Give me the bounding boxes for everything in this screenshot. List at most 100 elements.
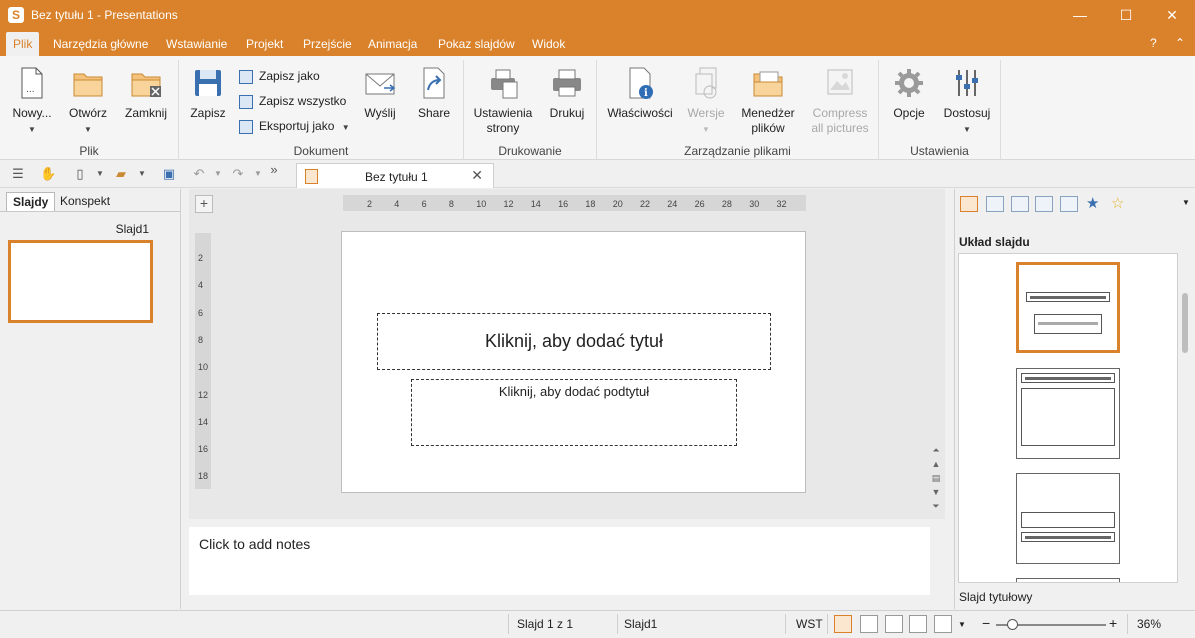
save-all-label: Zapisz wszystko [259, 94, 347, 108]
slide-sorter-icon[interactable] [860, 615, 878, 633]
hand-tool-icon[interactable]: ✋ [40, 166, 56, 182]
tab-animacja[interactable]: Animacja [361, 32, 424, 56]
compress-pictures-button[interactable]: Compress all pictures [807, 66, 873, 136]
options-button[interactable]: Opcje [887, 66, 931, 121]
chevron-down-icon[interactable]: ▼ [250, 166, 266, 182]
ruler-tick: 6 [421, 199, 427, 209]
file-manager-button[interactable]: Menedżer plików [737, 66, 799, 136]
handout-view-icon[interactable] [909, 615, 927, 633]
share-button[interactable]: Share [413, 66, 455, 121]
zoom-level[interactable]: 36% [1137, 617, 1161, 631]
close-button[interactable]: ✕ [1149, 0, 1195, 32]
layout-section-header[interactable] [1016, 473, 1120, 564]
notes-placeholder[interactable]: Click to add notes [199, 536, 310, 552]
tab-plik[interactable]: Plik [6, 32, 40, 56]
chevron-down-icon[interactable]: ▼ [1182, 198, 1190, 207]
tab-wstawianie[interactable]: Wstawianie [159, 32, 234, 56]
folder-open-icon[interactable]: ▰ [113, 166, 129, 182]
close-tab-icon[interactable]: ✕ [471, 167, 483, 184]
color-scheme-icon[interactable] [1011, 196, 1029, 212]
sidebar-toggle-icon[interactable]: ☰ [10, 166, 26, 182]
slide-canvas[interactable]: Kliknij, aby dodać tytuł Kliknij, aby do… [341, 231, 806, 493]
tab-widok[interactable]: Widok [525, 32, 572, 56]
export-icon [239, 119, 253, 134]
save-as-button[interactable]: Zapisz jako [239, 66, 320, 86]
title-placeholder[interactable]: Kliknij, aby dodać tytuł [377, 313, 771, 370]
zoom-out-button[interactable]: − [982, 615, 990, 631]
layout-title-slide[interactable] [1016, 262, 1120, 353]
zoom-in-button[interactable]: + [1109, 615, 1117, 631]
toolbar-overflow-icon[interactable]: » [266, 162, 282, 178]
new-label: Nowy... [12, 106, 52, 120]
zoom-slider[interactable] [996, 619, 1106, 630]
previous-slide-icon[interactable]: ▲ [929, 459, 943, 473]
customize-button[interactable]: Dostosuj ▼ [939, 66, 995, 137]
ruler-corner-icon[interactable]: + [195, 195, 213, 213]
subtitle-placeholder[interactable]: Kliknij, aby dodać podtytuł [411, 379, 737, 446]
folder-close-icon [130, 66, 162, 100]
undo-icon[interactable]: ↶ [191, 166, 207, 182]
ribbon-group-dokument: Zapisz Zapisz jako Zapisz wszystko Ekspo… [179, 60, 464, 160]
save-all-button[interactable]: Zapisz wszystko [239, 91, 346, 111]
horizontal-ruler[interactable]: 2 4 6 8 10 12 14 16 18 20 22 24 26 28 30 32 [343, 195, 806, 211]
tab-pokaz-slajdow[interactable]: Pokaz slajdów [431, 32, 522, 56]
vertical-ruler[interactable]: 2 4 6 8 10 12 14 16 18 [195, 233, 211, 489]
notes-splitter[interactable] [189, 519, 945, 527]
zoom-slider-knob[interactable] [1007, 619, 1018, 630]
insert-mode[interactable]: WST [796, 617, 823, 631]
chevron-down-icon[interactable]: ▼ [958, 620, 966, 629]
layout-next[interactable] [1016, 578, 1120, 582]
tab-konspekt[interactable]: Konspekt [54, 192, 116, 211]
page-setup-button[interactable]: Ustawienia strony [470, 66, 536, 136]
export-as-button[interactable]: Eksportuj jako ▼ [239, 116, 350, 136]
slide-thumbnail[interactable] [8, 240, 153, 323]
normal-view-icon[interactable] [834, 615, 852, 633]
new-document-icon[interactable]: ▯ [72, 166, 88, 182]
print-button[interactable]: Drukuj [544, 66, 590, 121]
transition-icon[interactable] [1060, 196, 1078, 212]
slideshow-view-icon[interactable] [934, 615, 952, 633]
slide-layout-icon[interactable] [960, 196, 978, 212]
document-tab[interactable]: Bez tytułu 1 ✕ [296, 163, 494, 188]
sidebar-scrollbar[interactable] [1180, 253, 1190, 583]
status-bar: Slajd 1 z 1 Slajd1 WST ▼ − + 36% [0, 610, 1195, 638]
menu-bar: Plik Narzędzia główne Wstawianie Projekt… [0, 32, 1195, 56]
ruler-tick: 14 [530, 199, 541, 209]
title-bar: S Bez tytułu 1 - Presentations — ☐ ✕ [0, 0, 1195, 32]
send-button[interactable]: Wyślij [359, 66, 401, 121]
chevron-down-icon[interactable]: ▼ [210, 166, 226, 182]
slide-design-icon[interactable] [986, 196, 1004, 212]
tab-slajdy[interactable]: Slajdy [6, 192, 56, 211]
save-icon[interactable]: ▣ [161, 166, 177, 182]
new-button[interactable]: ... Nowy... ▼ [6, 66, 58, 137]
ruler-tick: 30 [749, 199, 760, 209]
close-doc-button[interactable]: Zamknij [118, 66, 174, 121]
tab-przejscie[interactable]: Przejście [296, 32, 359, 56]
chevron-down-icon[interactable]: ▼ [92, 166, 108, 182]
layout-gallery [958, 253, 1178, 583]
notes-view-icon[interactable] [885, 615, 903, 633]
background-icon[interactable] [1035, 196, 1053, 212]
notes-area[interactable]: Click to add notes [189, 527, 930, 595]
versions-button[interactable]: Wersje ▼ [683, 66, 729, 137]
next-slide-icon[interactable]: ▼ [929, 487, 943, 501]
help-icon[interactable]: ? [1150, 36, 1157, 50]
first-slide-icon[interactable]: ⏶ [929, 445, 943, 459]
redo-icon[interactable]: ↷ [230, 166, 246, 182]
ribbon-group-zarzadzanie: i Właściwości Wersje ▼ Menedżer plików C… [597, 60, 879, 160]
animation-star-icon[interactable]: ★ [1086, 194, 1099, 212]
tab-projekt[interactable]: Projekt [239, 32, 290, 56]
open-button[interactable]: Otwórz ▼ [63, 66, 113, 137]
chevron-down-icon[interactable]: ▼ [134, 166, 150, 182]
save-icon [192, 66, 224, 100]
properties-button[interactable]: i Właściwości [605, 66, 675, 121]
favorite-star-icon[interactable]: ☆ [1111, 194, 1124, 212]
slides-overview-icon[interactable]: ▤ [929, 473, 943, 487]
collapse-ribbon-icon[interactable]: ⌃ [1175, 36, 1185, 50]
last-slide-icon[interactable]: ⏷ [929, 501, 943, 515]
save-button[interactable]: Zapisz [185, 66, 231, 121]
tab-narzedzia-glowne[interactable]: Narzędzia główne [46, 32, 155, 56]
layout-title-content[interactable] [1016, 368, 1120, 459]
maximize-button[interactable]: ☐ [1103, 0, 1149, 32]
minimize-button[interactable]: — [1057, 0, 1103, 32]
